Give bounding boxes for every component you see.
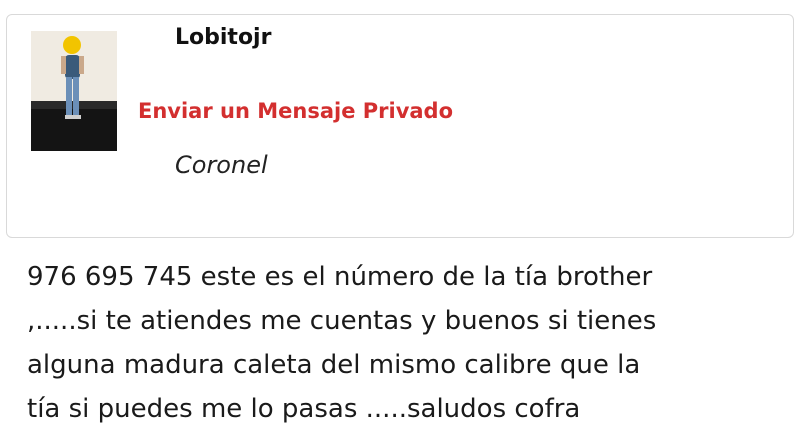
send-private-message-link[interactable]: Enviar un Mensaje Privado <box>138 99 453 123</box>
user-profile-card: Lobitojr Enviar un Mensaje Privado Coron… <box>6 14 794 238</box>
avatar-photo-icon <box>31 31 117 151</box>
post-text-line: tía si puedes me lo pasas .....saludos c… <box>27 394 581 424</box>
user-rank: Coronel <box>175 151 268 179</box>
username-link[interactable]: Lobitojr <box>175 25 271 50</box>
post-text-line: ,.....si te atiendes me cuentas y buenos… <box>27 306 657 336</box>
post-text-line: alguna madura caleta del mismo calibre q… <box>27 350 641 380</box>
user-avatar[interactable] <box>31 31 117 151</box>
post-content: 976 695 745 este es el número de la tía … <box>27 255 797 431</box>
post-text-line: 976 695 745 este es el número de la tía … <box>27 262 653 292</box>
forum-post: Lobitojr Enviar un Mensaje Privado Coron… <box>0 0 800 437</box>
